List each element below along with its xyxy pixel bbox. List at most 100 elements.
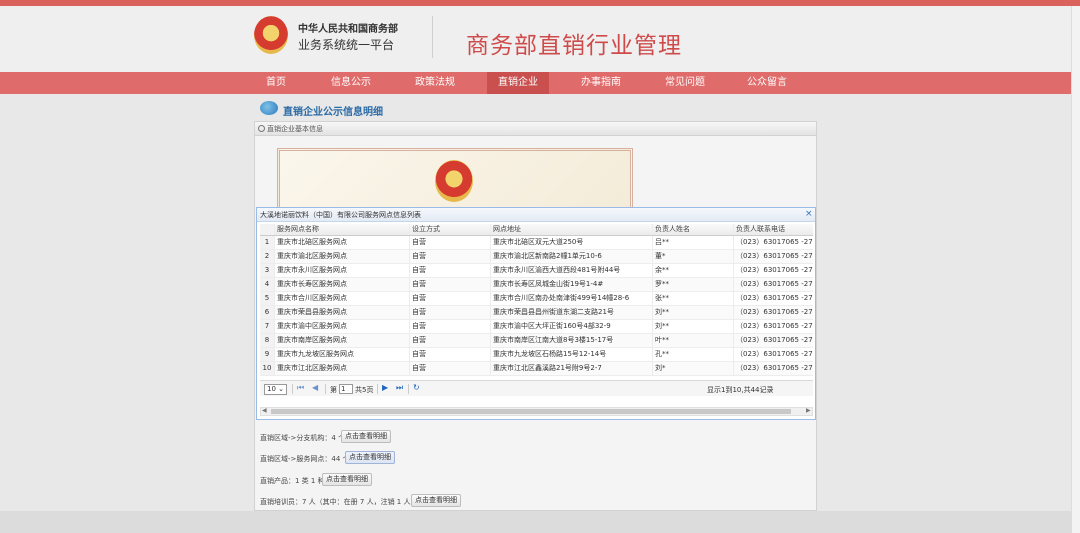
manager-phone: （023）63017065 -2728 xyxy=(736,252,813,260)
summary-service-points: 直销区域->服务网点：44 个 xyxy=(260,455,350,463)
table-row[interactable]: 5 重庆市合川区服务网点 自营 重庆市合川区南办处南津街499号14幢28-6 张** （… xyxy=(260,292,813,306)
refresh-icon[interactable]: ↻ xyxy=(413,383,420,392)
address: 重庆市九龙坡区石杨路15号12-14号 xyxy=(491,348,653,361)
setup-method: 自营 xyxy=(410,362,491,375)
panel-title: 直销企业基本信息 xyxy=(267,125,323,133)
horizontal-scrollbar[interactable]: ◀ ▶ xyxy=(260,407,813,416)
col-header-name[interactable]: 服务网点名称 xyxy=(275,224,410,235)
row-index: 6 xyxy=(260,306,275,319)
col-header-phone[interactable]: 负责人联系电话 xyxy=(734,224,813,235)
setup-method: 自营 xyxy=(410,264,491,277)
table-row[interactable]: 10 重庆市江北区服务网点 自营 重庆市江北区鑫溪路21号附9号2-7 刘* （023）6… xyxy=(260,362,813,376)
service-points-table: 服务网点名称 设立方式 网点地址 负责人姓名 负责人联系电话 1 重庆市北碚区服务… xyxy=(260,224,813,378)
nav-item-guide[interactable]: 办事指南 xyxy=(570,72,632,94)
table-header: 服务网点名称 设立方式 网点地址 负责人姓名 负责人联系电话 xyxy=(260,224,813,236)
setup-method: 自营 xyxy=(410,334,491,347)
national-emblem-logo xyxy=(254,16,288,54)
setup-method: 自营 xyxy=(410,292,491,305)
nav-item-direct-selling[interactable]: 直销企业 xyxy=(487,72,549,94)
panel-header: 直销企业基本信息 xyxy=(255,122,816,136)
org-name-line2: 业务系统统一平台 xyxy=(298,38,395,52)
nav-item-messages[interactable]: 公众留言 xyxy=(736,72,798,94)
address: 重庆市长寿区凤城金山街19号1-4# xyxy=(491,278,653,291)
table-row[interactable]: 3 重庆市永川区服务网点 自营 重庆市永川区渝西大道西段481号附44号 余** （023… xyxy=(260,264,813,278)
manager-name: 刘* xyxy=(653,362,734,375)
nav-item-info-publicity[interactable]: 信息公示 xyxy=(320,72,382,94)
service-point-name: 重庆市渝中区服务网点 xyxy=(275,320,410,333)
manager-name: 董* xyxy=(653,250,734,263)
service-point-name: 重庆市长寿区服务网点 xyxy=(275,278,410,291)
address: 重庆市合川区南办处南津街499号14幢28-6 xyxy=(491,292,653,305)
scroll-right-icon[interactable]: ▶ xyxy=(806,407,811,414)
header-divider xyxy=(432,16,433,58)
row-index: 9 xyxy=(260,348,275,361)
page-scrollbar[interactable] xyxy=(1071,6,1080,533)
setup-method: 自营 xyxy=(410,236,491,249)
manager-phone: （023）63017065 -2723 xyxy=(736,364,813,372)
address: 重庆市江北区鑫溪路21号附9号2-7 xyxy=(491,362,653,375)
summary-branches: 直销区域->分支机构：4 个 xyxy=(260,434,346,442)
row-index: 10 xyxy=(260,362,275,375)
page-heading: 直销企业公示信息明细 xyxy=(283,107,383,118)
table-row[interactable]: 7 重庆市渝中区服务网点 自营 重庆市渝中区大坪正街160号4部32-9 刘** （023… xyxy=(260,320,813,334)
pager-separator xyxy=(325,384,326,394)
nav-item-home[interactable]: 首页 xyxy=(251,72,301,94)
first-page-icon[interactable]: ⏮ xyxy=(297,383,304,393)
service-point-name: 重庆市南岸区服务网点 xyxy=(275,334,410,347)
address: 重庆市永川区渝西大道西段481号附44号 xyxy=(491,264,653,277)
table-row[interactable]: 6 重庆市荣昌县服务网点 自营 重庆市荣昌县昌州街道东湖二支路21号 刘** （023）6… xyxy=(260,306,813,320)
row-index: 3 xyxy=(260,264,275,277)
dialog-title: 大溪地诺丽饮料（中国）有限公司服务网点信息列表 xyxy=(260,211,421,219)
pagination-bar: 10 ⌄ ⏮ ◀ 第 1 共5页 ▶ ⏭ ↻ 显示1到10,共44记录 xyxy=(260,380,813,396)
address: 重庆市渝北区新南路2幢1单元10-6 xyxy=(491,250,653,263)
row-index: 8 xyxy=(260,334,275,347)
manager-name: 张** xyxy=(653,292,734,305)
address: 重庆市南岸区江南大道8号3楼15-17号 xyxy=(491,334,653,347)
manager-phone: （023）63017065 -2727 xyxy=(736,238,813,246)
table-row[interactable]: 1 重庆市北碚区服务网点 自营 重庆市北碚区双元大道250号 吕** （023）63017… xyxy=(260,236,813,250)
col-header-manager[interactable]: 负责人姓名 xyxy=(653,224,734,235)
address: 重庆市北碚区双元大道250号 xyxy=(491,236,653,249)
nav-item-policies[interactable]: 政策法规 xyxy=(404,72,466,94)
last-page-icon[interactable]: ⏭ xyxy=(396,383,403,393)
manager-phone: （023）63017065 -2732 xyxy=(736,308,813,316)
pager-separator xyxy=(292,384,293,394)
next-page-icon[interactable]: ▶ xyxy=(382,383,388,392)
globe-icon xyxy=(260,101,278,115)
manager-name: 余** xyxy=(653,264,734,277)
table-row[interactable]: 9 重庆市九龙坡区服务网点 自营 重庆市九龙坡区石杨路15号12-14号 孔** （023… xyxy=(260,348,813,362)
setup-method: 自营 xyxy=(410,348,491,361)
row-index: 1 xyxy=(260,236,275,249)
view-branches-button[interactable]: 点击查看明细 xyxy=(341,430,391,443)
setup-method: 自营 xyxy=(410,278,491,291)
manager-phone: （023）63017065 -2720 xyxy=(736,322,813,330)
row-index: 7 xyxy=(260,320,275,333)
col-header-method[interactable]: 设立方式 xyxy=(410,224,491,235)
manager-phone: （023）63017065 -2729 xyxy=(736,266,813,274)
col-header-address[interactable]: 网点地址 xyxy=(491,224,653,235)
page-size-select[interactable]: 10 ⌄ xyxy=(264,384,287,395)
service-point-name: 重庆市渝北区服务网点 xyxy=(275,250,410,263)
address: 重庆市渝中区大坪正街160号4部32-9 xyxy=(491,320,653,333)
summary-products: 直销产品：1 类 1 种 xyxy=(260,477,325,485)
table-row[interactable]: 2 重庆市渝北区服务网点 自营 重庆市渝北区新南路2幢1单元10-6 董* （023）63… xyxy=(260,250,813,264)
manager-name: 孔** xyxy=(653,348,734,361)
service-point-name: 重庆市九龙坡区服务网点 xyxy=(275,348,410,361)
row-index: 5 xyxy=(260,292,275,305)
address: 重庆市荣昌县昌州街道东湖二支路21号 xyxy=(491,306,653,319)
scroll-thumb[interactable] xyxy=(271,409,791,414)
table-row[interactable]: 4 重庆市长寿区服务网点 自营 重庆市长寿区凤城金山街19号1-4# 罗** （023）6… xyxy=(260,278,813,292)
scroll-left-icon[interactable]: ◀ xyxy=(262,407,267,414)
table-row[interactable]: 8 重庆市南岸区服务网点 自营 重庆市南岸区江南大道8号3楼15-17号 叶** （023… xyxy=(260,334,813,348)
nav-item-faq[interactable]: 常见问题 xyxy=(654,72,716,94)
view-service-points-button[interactable]: 点击查看明细 xyxy=(345,451,395,464)
dialog-header: 大溪地诺丽饮料（中国）有限公司服务网点信息列表 × xyxy=(257,208,815,222)
manager-name: 刘** xyxy=(653,306,734,319)
page-number-input[interactable]: 1 xyxy=(339,384,353,394)
prev-page-icon[interactable]: ◀ xyxy=(312,383,318,392)
view-trainers-button[interactable]: 点击查看明细 xyxy=(411,494,461,507)
close-icon[interactable]: × xyxy=(805,209,813,219)
service-point-name: 重庆市江北区服务网点 xyxy=(275,362,410,375)
manager-phone: （023）63017065 -2721 xyxy=(736,336,813,344)
view-products-button[interactable]: 点击查看明细 xyxy=(322,473,372,486)
